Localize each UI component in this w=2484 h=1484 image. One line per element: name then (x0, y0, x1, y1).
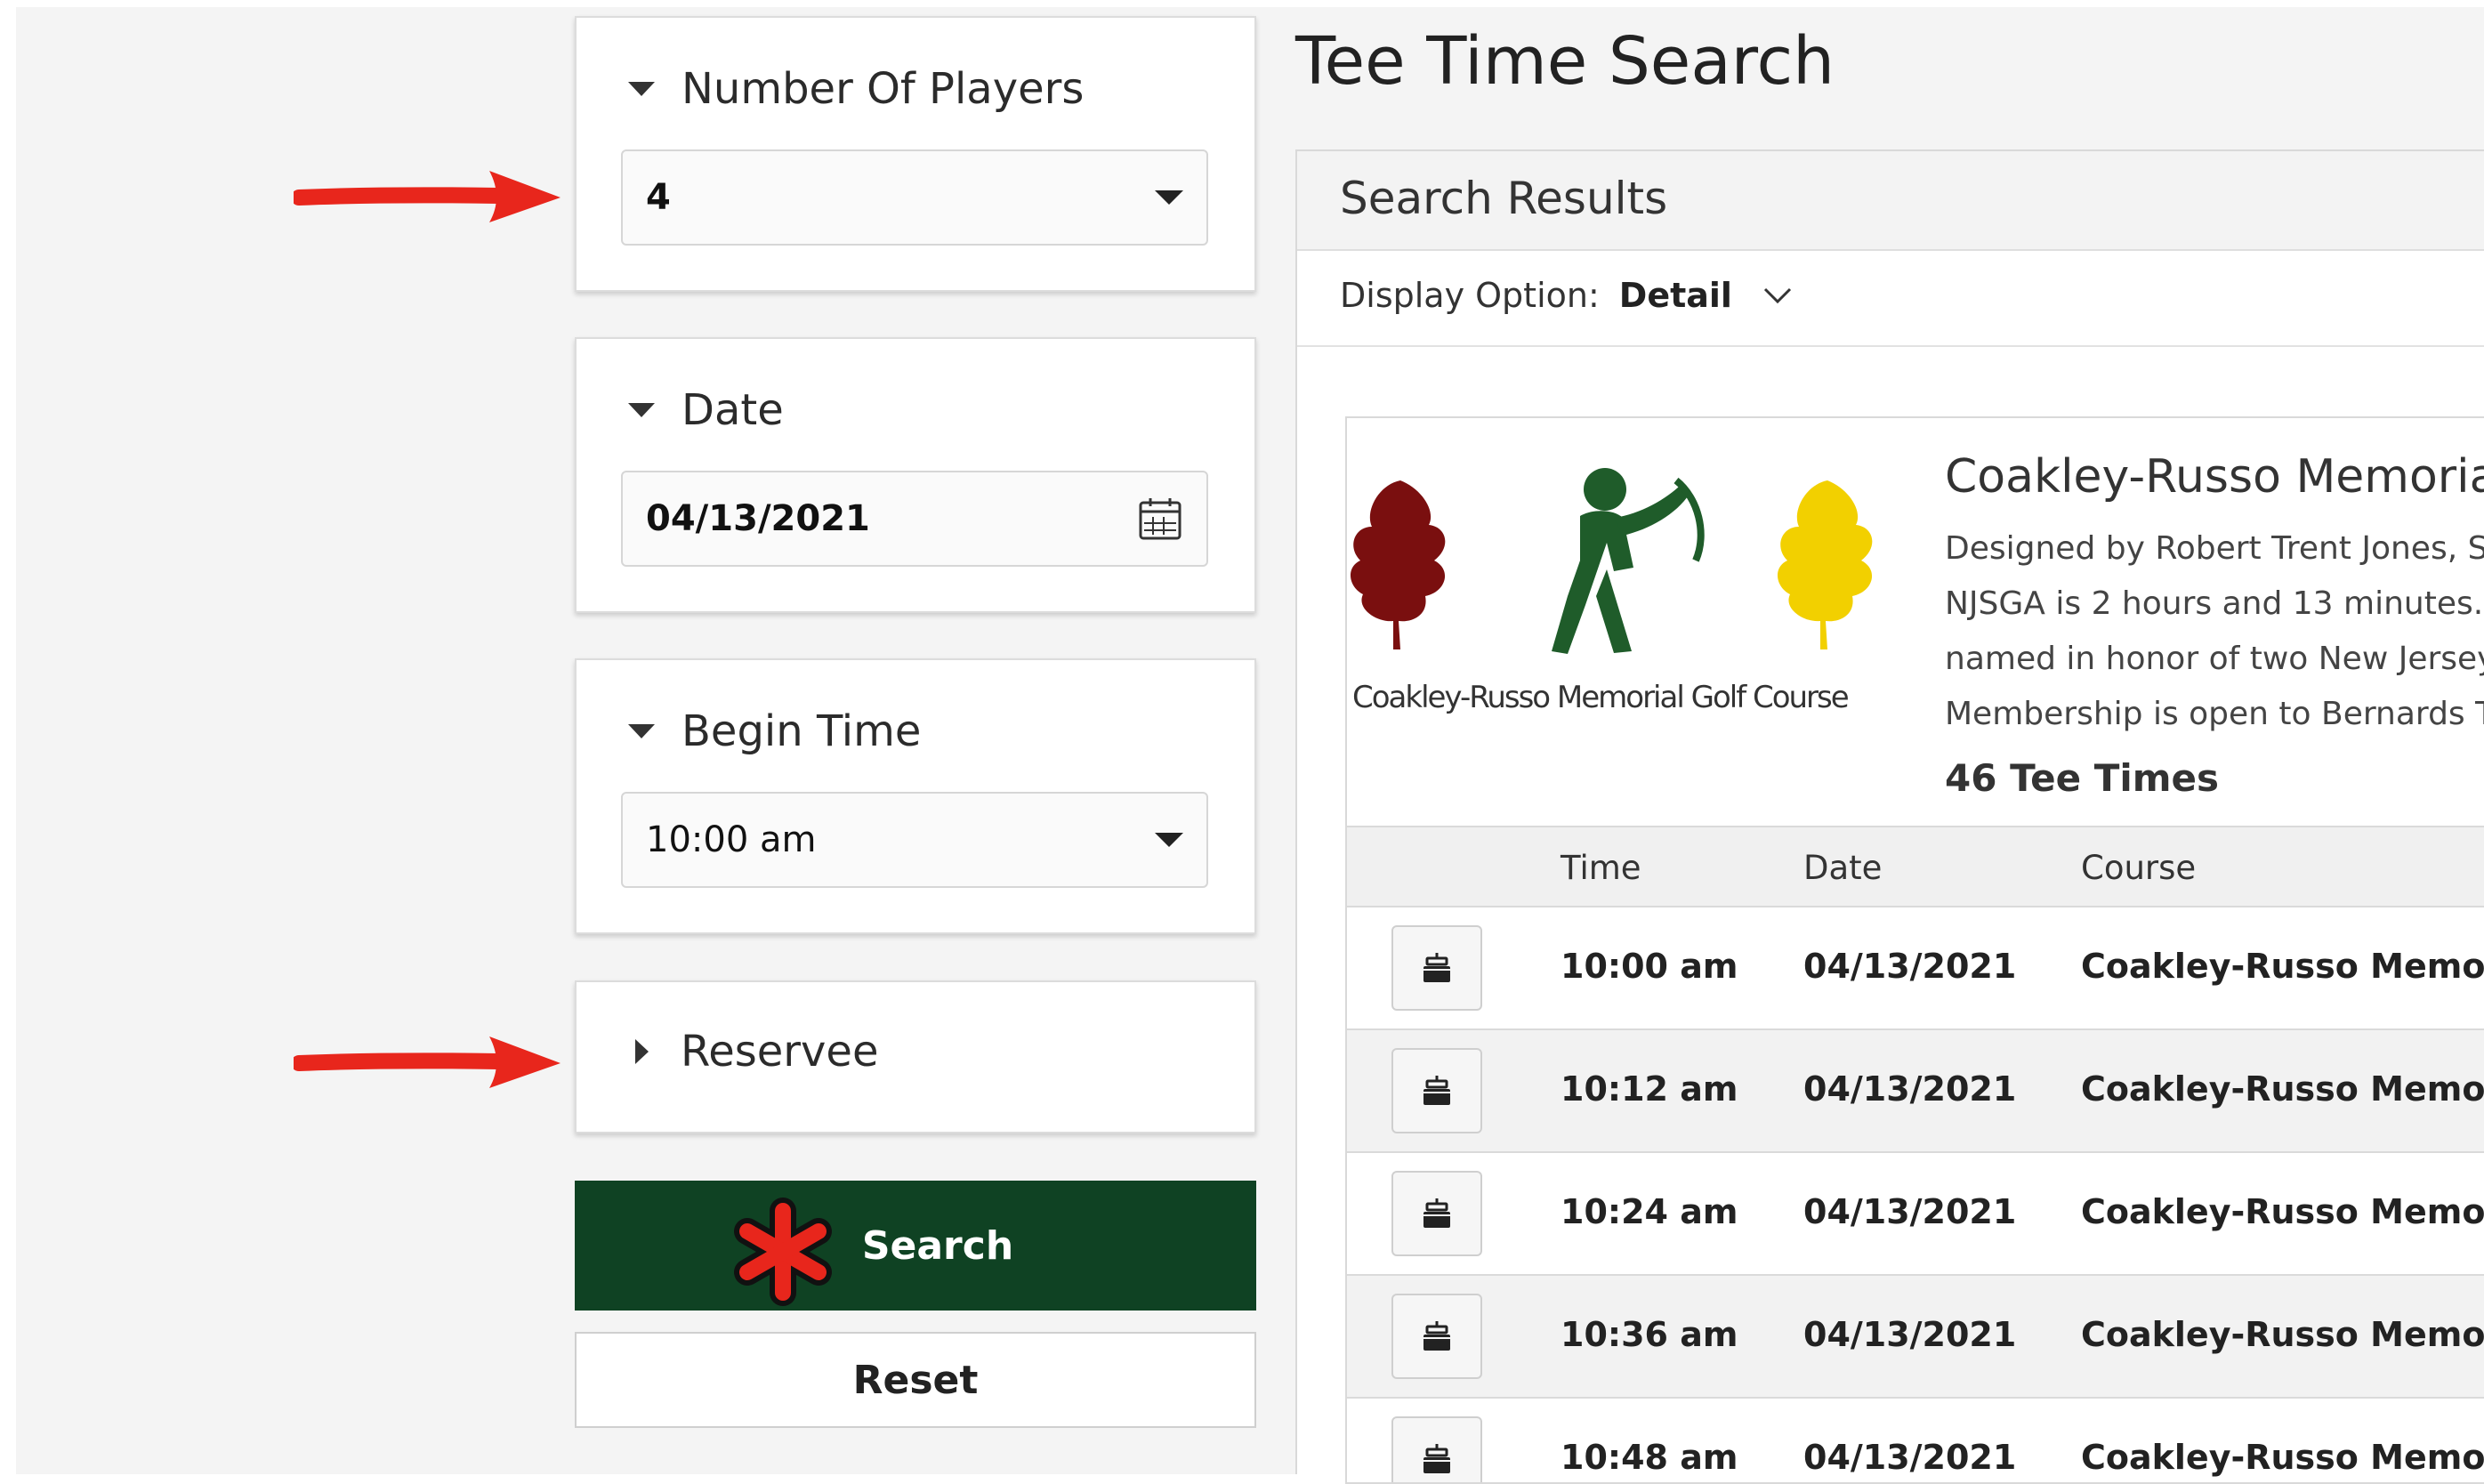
row-course: Coakley-Russo Memorial (2081, 1069, 2484, 1109)
cart-icon (1419, 950, 1455, 986)
row-time: 10:36 am (1561, 1315, 1738, 1354)
begin-time-select[interactable]: 10:00 am (621, 792, 1208, 888)
reservee-panel-header[interactable]: Reservee (628, 1027, 878, 1077)
search-button-label: Search (861, 1222, 1014, 1269)
expand-triangle-icon (635, 1039, 649, 1064)
calendar-icon[interactable] (1137, 496, 1183, 542)
table-row[interactable]: 10:12 am 04/13/2021 Coakley-Russo Memorial (1347, 1030, 2484, 1153)
date-input[interactable]: 04/13/2021 (621, 471, 1208, 567)
display-option-label: Display Option: (1340, 276, 1600, 315)
players-panel-header[interactable]: Number Of Players (628, 64, 1084, 114)
add-to-cart-button[interactable] (1391, 1294, 1482, 1379)
table-row[interactable]: 10:00 am 04/13/2021 Coakley-Russo Memorial (1347, 907, 2484, 1030)
row-time: 10:24 am (1561, 1192, 1738, 1231)
begin-time-value: 10:00 am (646, 819, 817, 860)
cart-icon (1419, 1073, 1455, 1109)
course-description-line: named in honor of two New Jersey (1945, 641, 2484, 677)
logo-caption: Coakley-Russo Memorial Golf Course (1352, 680, 1850, 715)
row-time: 10:48 am (1561, 1438, 1738, 1477)
table-row[interactable]: 10:24 am 04/13/2021 Coakley-Russo Memorial (1347, 1153, 2484, 1276)
row-course: Coakley-Russo Memorial (2081, 1315, 2484, 1354)
row-course: Coakley-Russo Memorial (2081, 1438, 2484, 1477)
row-date: 04/13/2021 (1803, 947, 2017, 986)
date-panel: Date 04/13/2021 (575, 337, 1256, 613)
table-row[interactable]: 10:36 am 04/13/2021 Coakley-Russo Memorial (1347, 1276, 2484, 1399)
chevron-down-icon (1763, 287, 1792, 304)
players-value: 4 (646, 177, 671, 218)
course-card: Coakley-Russo Memorial Golf Course Coakl… (1345, 416, 2484, 1484)
oak-leaf-gold-icon (1777, 480, 1873, 649)
add-to-cart-button[interactable] (1391, 1048, 1482, 1133)
chevron-down-icon (1155, 190, 1183, 205)
course-description-line: Designed by Robert Trent Jones, Sr. (1945, 530, 2484, 567)
players-panel: Number Of Players 4 (575, 16, 1256, 292)
date-panel-header[interactable]: Date (628, 385, 784, 435)
row-course: Coakley-Russo Memorial (2081, 1192, 2484, 1231)
reset-button[interactable]: Reset (575, 1332, 1256, 1428)
chevron-down-icon (1155, 833, 1183, 847)
date-value: 04/13/2021 (646, 498, 870, 539)
row-date: 04/13/2021 (1803, 1315, 2017, 1354)
collapse-triangle-icon (628, 82, 655, 96)
row-time: 10:00 am (1561, 947, 1738, 986)
divider (1297, 345, 2484, 347)
golfer-icon (1552, 468, 1705, 654)
begin-time-label: Begin Time (681, 706, 922, 756)
search-button[interactable]: Search (575, 1181, 1256, 1311)
oak-leaf-red-icon (1350, 480, 1446, 649)
cart-icon (1419, 1196, 1455, 1231)
column-header-time: Time (1561, 849, 1641, 887)
begin-time-panel: Begin Time 10:00 am (575, 658, 1256, 934)
reservee-panel[interactable]: Reservee (575, 980, 1256, 1133)
add-to-cart-button[interactable] (1391, 925, 1482, 1011)
add-to-cart-button[interactable] (1391, 1171, 1482, 1256)
cart-icon (1419, 1319, 1455, 1354)
tee-times-count: 46 Tee Times (1945, 756, 2220, 800)
page-title: Tee Time Search (1295, 23, 1835, 100)
table-row[interactable]: 10:48 am 04/13/2021 Coakley-Russo Memorial (1347, 1399, 2484, 1482)
display-option-value: Detail (1618, 276, 1732, 315)
search-results-card: Search Results Display Option: Detail Co… (1295, 149, 2484, 1484)
cart-icon (1419, 1441, 1455, 1477)
row-date: 04/13/2021 (1803, 1438, 2017, 1477)
results-title: Search Results (1340, 173, 1668, 224)
collapse-triangle-icon (628, 724, 655, 738)
column-header-course: Course (2081, 849, 2197, 887)
results-header: Search Results (1297, 151, 2484, 251)
row-date: 04/13/2021 (1803, 1192, 2017, 1231)
table-header: Time Date Course (1347, 826, 2484, 907)
column-header-date: Date (1803, 849, 1883, 887)
course-name[interactable]: Coakley-Russo Memorial ( (1945, 450, 2484, 504)
row-date: 04/13/2021 (1803, 1069, 2017, 1109)
reservee-label: Reservee (681, 1027, 879, 1077)
date-label: Date (681, 385, 784, 435)
players-label: Number Of Players (681, 64, 1085, 114)
reset-button-label: Reset (852, 1357, 979, 1403)
display-option-dropdown[interactable]: Display Option: Detail (1340, 276, 1793, 315)
course-logo (1350, 468, 1873, 654)
row-time: 10:12 am (1561, 1069, 1738, 1109)
collapse-triangle-icon (628, 403, 655, 417)
course-description-line: Membership is open to Bernards To (1945, 696, 2484, 732)
begin-time-panel-header[interactable]: Begin Time (628, 706, 921, 756)
row-course: Coakley-Russo Memorial (2081, 947, 2484, 986)
course-description-line: NJSGA is 2 hours and 13 minutes. T (1945, 585, 2484, 622)
players-select[interactable]: 4 (621, 149, 1208, 246)
